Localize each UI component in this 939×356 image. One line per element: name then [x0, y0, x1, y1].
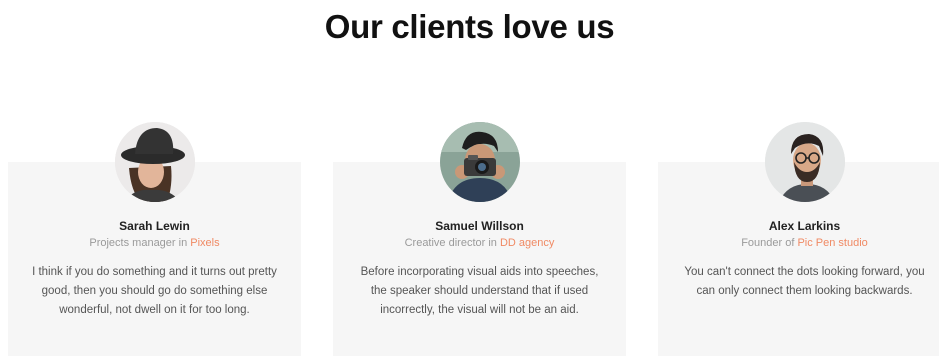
avatar — [764, 122, 845, 202]
client-name: Alex Larkins — [768, 219, 841, 233]
client-role: Projects manager in Pixels — [8, 237, 301, 249]
role-text: Projects manager in — [89, 237, 191, 249]
client-role: Founder of Pic Pen studio — [658, 237, 939, 249]
testimonial-card: Samuel Willson Creative director in DD a… — [333, 122, 626, 356]
section-title: Our clients love us — [324, 8, 615, 45]
company-link[interactable]: Pixels — [190, 237, 219, 249]
avatar — [114, 122, 195, 202]
person-photo-hat-icon — [114, 122, 195, 202]
testimonial-quote: I think if you do something and it turns… — [32, 266, 277, 316]
testimonial-quote: Before incorporating visual aids into sp… — [360, 266, 599, 316]
person-photo-camera-icon — [439, 122, 520, 202]
role-text: Creative director in — [404, 237, 500, 249]
testimonial-card: Alex Larkins Founder of Pic Pen studio Y… — [658, 122, 939, 356]
testimonial-card: Sarah Lewin Projects manager in Pixels I… — [8, 122, 301, 356]
testimonial-quote: You can't connect the dots looking forwa… — [684, 266, 925, 297]
company-link[interactable]: Pic Pen studio — [797, 237, 867, 249]
client-name: Samuel Willson — [435, 219, 524, 233]
role-text: Founder of — [741, 237, 798, 249]
client-name: Sarah Lewin — [119, 219, 190, 233]
avatar — [439, 122, 520, 202]
company-link[interactable]: DD agency — [500, 237, 554, 249]
client-role: Creative director in DD agency — [333, 237, 626, 249]
person-photo-glasses-icon — [764, 122, 845, 202]
